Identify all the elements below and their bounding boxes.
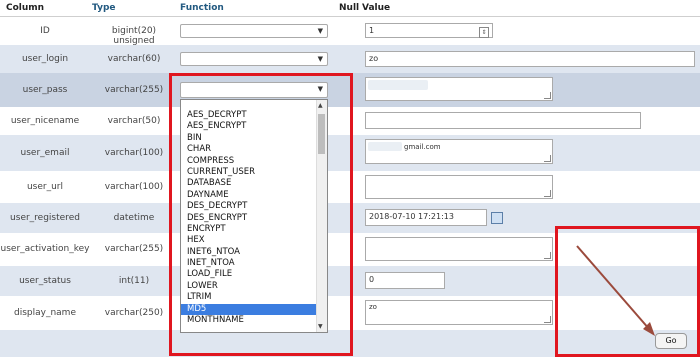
go-button[interactable]: Go xyxy=(655,333,687,349)
annotation-arrow xyxy=(576,245,655,336)
